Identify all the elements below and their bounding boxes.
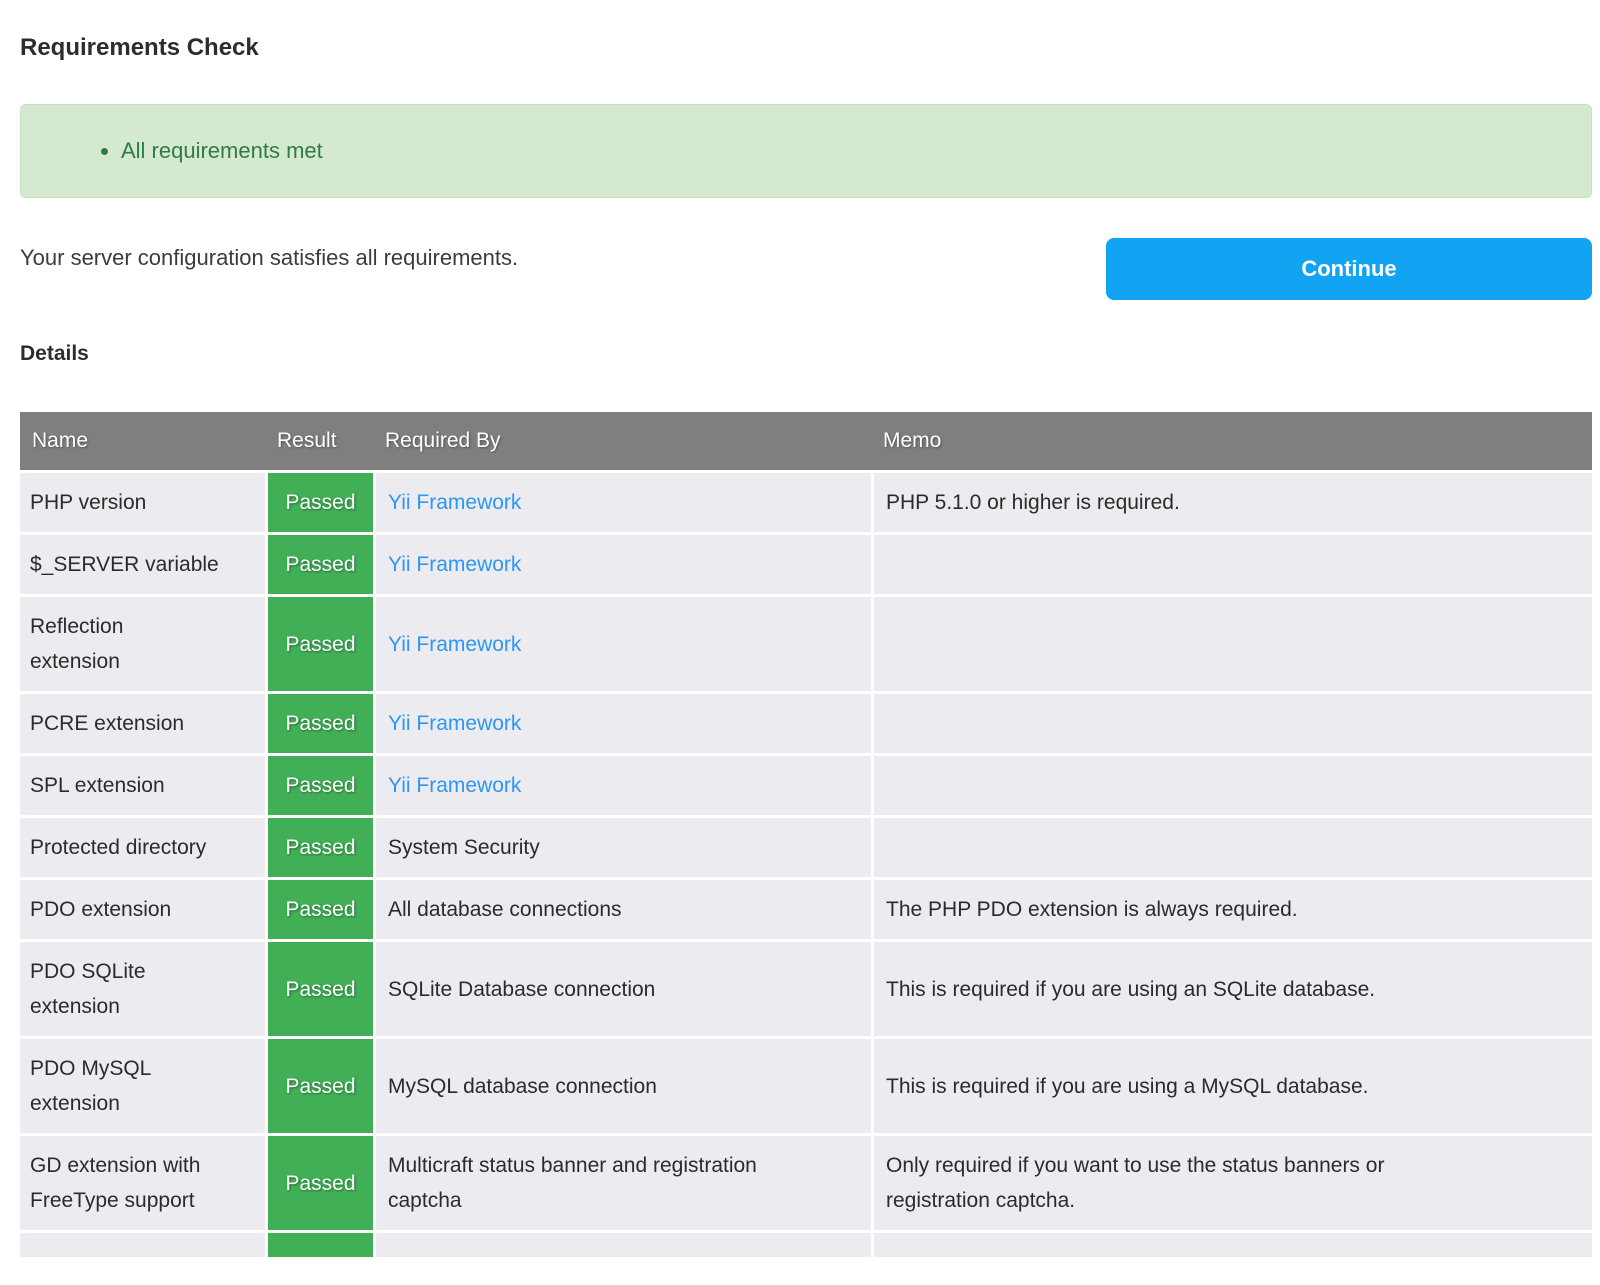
column-header-result: Result — [265, 412, 373, 470]
memo-cell — [871, 753, 1592, 815]
requirement-name: GD extension with FreeType support — [20, 1133, 265, 1230]
requirement-name: Protected directory — [20, 815, 265, 877]
requirement-name: SPL extension — [20, 753, 265, 815]
memo-cell: Only required if you want to use the sta… — [871, 1133, 1592, 1230]
result-cell: Passed — [265, 594, 373, 691]
column-header-name: Name — [20, 412, 265, 470]
required-by-cell: MySQL database connection — [373, 1036, 871, 1133]
required-by-link[interactable]: Yii Framework — [388, 774, 521, 797]
action-row: Your server configuration satisfies all … — [20, 238, 1592, 300]
memo-cell — [871, 1230, 1592, 1257]
required-by-link[interactable]: Yii Framework — [388, 633, 521, 656]
memo-cell — [871, 815, 1592, 877]
alert-item: All requirements met — [121, 137, 323, 165]
table-row: PDO SQLite extensionPassedSQLite Databas… — [20, 939, 1592, 1036]
requirement-name — [20, 1230, 265, 1257]
required-by-cell: SQLite Database connection — [373, 939, 871, 1036]
memo-cell: This is required if you are using an SQL… — [871, 939, 1592, 1036]
required-by-cell: Yii Framework — [373, 470, 871, 532]
requirement-name: PDO extension — [20, 877, 265, 939]
required-by-cell: Yii Framework — [373, 691, 871, 753]
table-row: Protected directoryPassedSystem Security — [20, 815, 1592, 877]
memo-cell: This is required if you are using a MySQ… — [871, 1036, 1592, 1133]
continue-button[interactable]: Continue — [1106, 238, 1592, 300]
required-by-cell: All database connections — [373, 877, 871, 939]
required-by-cell: Multicraft status banner and registratio… — [373, 1133, 871, 1230]
required-by-link[interactable]: Yii Framework — [388, 491, 521, 514]
result-cell: Passed — [265, 815, 373, 877]
table-row: PDO extensionPassedAll database connecti… — [20, 877, 1592, 939]
result-cell: Passed — [265, 532, 373, 594]
required-by-link[interactable]: Yii Framework — [388, 553, 521, 576]
required-by-cell: Yii Framework — [373, 753, 871, 815]
table-row: PDO MySQL extensionPassedMySQL database … — [20, 1036, 1592, 1133]
table-row: GD extension with FreeType supportPassed… — [20, 1133, 1592, 1230]
requirements-table-body: PHP versionPassedYii FrameworkPHP 5.1.0 … — [20, 470, 1592, 1257]
required-by-cell: Yii Framework — [373, 594, 871, 691]
memo-cell: PHP 5.1.0 or higher is required. — [871, 470, 1592, 532]
table-row: PHP versionPassed Yii Framework PHP 5.1.0 … — [20, 470, 1592, 532]
memo-cell — [871, 691, 1592, 753]
required-by-cell: Yii Framework — [373, 532, 871, 594]
requirement-name: PDO SQLite extension — [20, 939, 265, 1036]
result-cell — [265, 1230, 373, 1257]
alert-list: All requirements met — [21, 137, 323, 165]
required-by-link[interactable]: Yii Framework — [388, 712, 521, 735]
required-by-cell — [373, 1230, 871, 1257]
table-row: $_SERVER variablePassed Yii Framework — [20, 532, 1592, 594]
requirements-check-page: Requirements Check All requirements met … — [20, 34, 1592, 1257]
table-header-row: Name Result Required By Memo — [20, 412, 1592, 470]
result-cell: Passed — [265, 753, 373, 815]
requirement-name: Reflection extension — [20, 594, 265, 691]
memo-cell — [871, 594, 1592, 691]
table-row: PCRE extensionPassed Yii Framework — [20, 691, 1592, 753]
details-title: Details — [20, 342, 1592, 366]
result-cell: Passed — [265, 691, 373, 753]
column-header-required-by: Required By — [373, 412, 871, 470]
result-cell: Passed — [265, 877, 373, 939]
result-cell: Passed — [265, 470, 373, 532]
success-alert: All requirements met — [20, 104, 1592, 198]
page-title: Requirements Check — [20, 34, 1592, 62]
requirement-name: PDO MySQL extension — [20, 1036, 265, 1133]
memo-cell: The PHP PDO extension is always required… — [871, 877, 1592, 939]
requirement-name: PHP version — [20, 470, 265, 532]
summary-text: Your server configuration satisfies all … — [20, 244, 1106, 272]
requirement-name: $_SERVER variable — [20, 532, 265, 594]
result-cell: Passed — [265, 1036, 373, 1133]
requirement-name: PCRE extension — [20, 691, 265, 753]
memo-cell — [871, 532, 1592, 594]
column-header-memo: Memo — [871, 412, 1592, 470]
table-row: SPL extensionPassed Yii Framework — [20, 753, 1592, 815]
table-row — [20, 1230, 1592, 1257]
requirements-table: Name Result Required By Memo PHP version… — [20, 412, 1592, 1257]
table-row: Reflection extensionPassed Yii Framework — [20, 594, 1592, 691]
result-cell: Passed — [265, 939, 373, 1036]
result-cell: Passed — [265, 1133, 373, 1230]
required-by-cell: System Security — [373, 815, 871, 877]
